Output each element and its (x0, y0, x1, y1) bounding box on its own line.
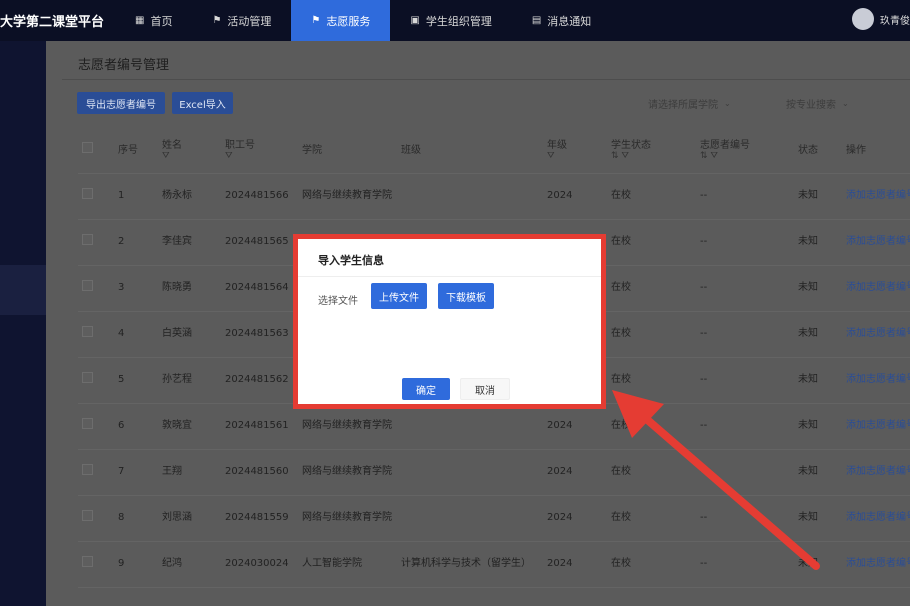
annotation-arrow (612, 390, 820, 570)
arrow-shaft (632, 406, 820, 570)
